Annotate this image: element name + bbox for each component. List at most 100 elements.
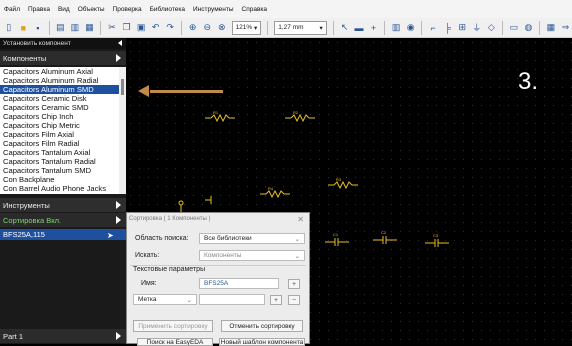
component-library-item[interactable]: Con Backplane	[0, 175, 119, 184]
part-label: Part 1	[3, 331, 24, 341]
capacitor-component[interactable]: C3	[425, 233, 449, 247]
binoculars-icon[interactable]: ◉	[404, 21, 418, 35]
component-library-item[interactable]: Con Barrel Audio Phone Jacks	[0, 184, 119, 193]
port-icon[interactable]: ◇	[485, 21, 499, 35]
component-preview	[176, 199, 186, 213]
remove-mark-button[interactable]: −	[288, 295, 300, 305]
menu-help[interactable]: Справка	[238, 6, 272, 13]
print-icon[interactable]: ▤	[54, 21, 68, 35]
grid-select[interactable]: 1,27 mm ▾	[274, 20, 327, 35]
tools-section[interactable]: Инструменты	[0, 198, 126, 212]
part-section[interactable]: Part 1	[0, 329, 126, 343]
expand-arrow-icon	[116, 332, 121, 340]
new-component-template-button[interactable]: Новый шаблон компонента	[219, 338, 305, 346]
scrollbar-thumb[interactable]	[121, 79, 124, 95]
mark-input[interactable]	[199, 294, 265, 305]
pcb-icon[interactable]: ▦	[544, 21, 558, 35]
component-library-item[interactable]: Capacitors Tantalum Radial	[0, 157, 119, 166]
close-icon[interactable]: ✕	[297, 215, 304, 224]
component-library-item[interactable]: Capacitors Chip Inch	[0, 112, 119, 121]
menu-library[interactable]: Библиотека	[146, 6, 189, 13]
component-library-item[interactable]: Capacitors Tantalum SMD	[0, 166, 119, 175]
apply-sort-button[interactable]: Применить сортировку	[133, 320, 213, 332]
collapse-icon[interactable]	[118, 40, 122, 46]
new-component-template-label: Новый шаблон компонента	[220, 339, 304, 346]
component-icon[interactable]: ▬	[352, 21, 366, 35]
menu-file[interactable]: Файл	[0, 6, 24, 13]
menu-edit[interactable]: Правка	[24, 6, 54, 13]
search-select[interactable]: Компоненты ⌄	[199, 250, 305, 261]
component-library-item[interactable]: Capacitors Aluminum Radial	[0, 76, 119, 85]
copy-icon[interactable]: ❐	[120, 21, 134, 35]
menu-view[interactable]: Вид	[54, 6, 74, 13]
cut-icon[interactable]: ✂	[105, 21, 119, 35]
separator	[502, 20, 504, 35]
result-item[interactable]: BFS25A,115 ➤	[0, 229, 126, 240]
svg-text:C1: C1	[333, 232, 339, 237]
wire-icon[interactable]: ⌐	[426, 21, 440, 35]
mark-label: Метка	[138, 296, 157, 303]
chevron-down-icon: ⌄	[294, 235, 300, 243]
component-library-list[interactable]: Capacitors Aluminum Axial Capacitors Alum…	[0, 67, 119, 194]
name-input[interactable]: BFS25A	[199, 278, 279, 289]
component-library-item[interactable]: Capacitors Chip Metric	[0, 121, 119, 130]
mark-select[interactable]: Метка ⌄	[133, 294, 197, 305]
new-file-icon[interactable]: ▯	[2, 21, 16, 35]
capacitor-component[interactable]: C2	[373, 230, 397, 244]
menu-tools[interactable]: Инструменты	[189, 6, 238, 13]
redo-icon[interactable]: ↷	[163, 21, 177, 35]
circle-icon[interactable]: ◍	[522, 21, 536, 35]
resistor-component[interactable]: R3	[328, 177, 358, 189]
component-library-item[interactable]: Capacitors Ceramic SMD	[0, 103, 119, 112]
component-library-item[interactable]: Capacitors Aluminum SMD	[0, 85, 119, 94]
net-label-icon[interactable]: ⊞	[455, 21, 469, 35]
search-easyeda-button[interactable]: Поиск на EasyEDA	[137, 338, 213, 346]
menu-check[interactable]: Проверка	[109, 6, 146, 13]
add-mark-button[interactable]: +	[270, 295, 282, 305]
zoom-out-icon[interactable]: ⊖	[200, 21, 214, 35]
svg-text:R2: R2	[293, 110, 299, 115]
pointer-icon[interactable]: ↖	[338, 21, 352, 35]
bus-icon[interactable]: ╞	[441, 21, 455, 35]
search-easyeda-label: Поиск на EasyEDA	[146, 339, 204, 346]
sort-section[interactable]: Сортировка Вкл.	[0, 213, 126, 227]
component-library-item[interactable]: Capacitors Aluminum Axial	[0, 67, 119, 76]
page-setup-icon[interactable]: ▦	[83, 21, 97, 35]
save-icon[interactable]: ▪	[31, 21, 45, 35]
mouse-cursor-icon: ➤	[107, 231, 114, 240]
partial-component[interactable]	[205, 194, 215, 206]
text-icon[interactable]: ▭	[507, 21, 521, 35]
library-icon[interactable]: ▥	[389, 21, 403, 35]
toolbar: ▯ ■ ▪ ▤ ▥ ▦ ✂ ❐ ▣ ↶ ↷ ⊕ ⊖ ⊗ 121% ▾ 1,27 …	[0, 18, 572, 38]
expand-arrow-icon	[116, 216, 121, 224]
zoom-fit-icon[interactable]: ⊗	[215, 21, 229, 35]
resistor-component[interactable]: R4	[260, 186, 290, 198]
paste-icon[interactable]: ▣	[134, 21, 148, 35]
open-folder-icon[interactable]: ■	[17, 21, 31, 35]
apply-sort-label: Применить сортировку	[138, 322, 208, 330]
sort-dialog: Сортировка ( 1 Компоненты ) ✕ Область по…	[126, 212, 310, 346]
menu-bar: Файл Правка Вид Объекты Проверка Библиот…	[0, 0, 572, 18]
components-section[interactable]: Компоненты	[0, 51, 126, 65]
search-area-select[interactable]: Все библиотеки ⌄	[199, 233, 305, 244]
undo-icon[interactable]: ↶	[149, 21, 163, 35]
plus-icon[interactable]: +	[367, 21, 381, 35]
zoom-select[interactable]: 121% ▾	[231, 20, 262, 35]
resistor-component[interactable]: R2	[285, 110, 315, 122]
component-library-item[interactable]: Capacitors Film Axial	[0, 130, 119, 139]
zoom-in-icon[interactable]: ⊕	[186, 21, 200, 35]
chevron-down-icon: ⌄	[186, 296, 192, 304]
component-library-item[interactable]: Capacitors Ceramic Disk	[0, 94, 119, 103]
list-scrollbar[interactable]	[119, 67, 126, 194]
ground-icon[interactable]: ⏚	[470, 21, 484, 35]
separator	[100, 20, 102, 35]
export-icon[interactable]: ⇒	[559, 21, 572, 35]
menu-objects[interactable]: Объекты	[74, 6, 109, 13]
add-param-button[interactable]: +	[288, 279, 300, 289]
component-library-item[interactable]: Capacitors Tantalum Axial	[0, 148, 119, 157]
resistor-component[interactable]: R1	[205, 110, 235, 122]
component-library-item[interactable]: Capacitors Film Radial	[0, 139, 119, 148]
print-preview-icon[interactable]: ▥	[68, 21, 82, 35]
capacitor-component[interactable]: C1	[325, 232, 349, 246]
cancel-sort-button[interactable]: Отменить сортировку	[221, 320, 303, 332]
